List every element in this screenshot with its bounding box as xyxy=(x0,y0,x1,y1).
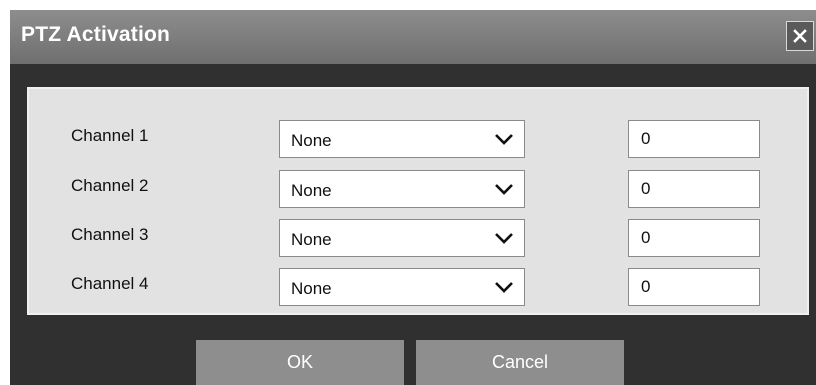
channel-4-value-input[interactable]: 0 xyxy=(628,268,760,306)
channel-1-value-input[interactable]: 0 xyxy=(628,120,760,158)
channel-settings-panel: Channel 1 None 0 Channel 2 None 0 Channe… xyxy=(27,87,809,315)
close-icon xyxy=(793,29,807,43)
channel-4-select[interactable]: None xyxy=(279,268,525,306)
chevron-down-icon xyxy=(495,233,513,244)
channel-row: Channel 2 None 0 xyxy=(29,170,807,208)
select-value: None xyxy=(291,181,332,200)
channel-row: Channel 3 None 0 xyxy=(29,219,807,257)
channel-label: Channel 4 xyxy=(71,274,149,293)
channel-label: Channel 1 xyxy=(71,126,149,145)
channel-label: Channel 3 xyxy=(71,225,149,244)
dialog-title: PTZ Activation xyxy=(21,23,171,46)
channel-3-select[interactable]: None xyxy=(279,219,525,257)
ptz-activation-dialog: PTZ Activation Channel 1 None 0 Channel … xyxy=(10,10,816,385)
channel-1-select[interactable]: None xyxy=(279,120,525,158)
select-value: None xyxy=(291,279,332,298)
select-value: None xyxy=(291,131,332,150)
channel-2-select[interactable]: None xyxy=(279,170,525,208)
ok-button[interactable]: OK xyxy=(196,340,404,385)
chevron-down-icon xyxy=(495,184,513,195)
channel-2-value-input[interactable]: 0 xyxy=(628,170,760,208)
channel-row: Channel 4 None 0 xyxy=(29,268,807,306)
dialog-title-bar[interactable]: PTZ Activation xyxy=(10,10,816,64)
channel-label: Channel 2 xyxy=(71,176,149,195)
close-button[interactable] xyxy=(786,21,814,51)
cancel-button[interactable]: Cancel xyxy=(416,340,624,385)
chevron-down-icon xyxy=(495,134,513,145)
chevron-down-icon xyxy=(495,282,513,293)
select-value: None xyxy=(291,230,332,249)
channel-row: Channel 1 None 0 xyxy=(29,120,807,158)
channel-3-value-input[interactable]: 0 xyxy=(628,219,760,257)
